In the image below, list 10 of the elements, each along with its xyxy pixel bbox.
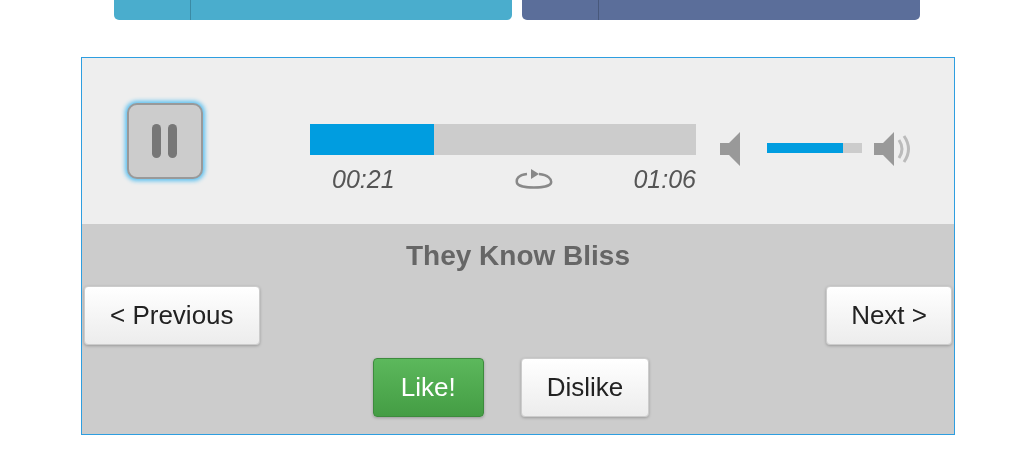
play-pause-button[interactable] xyxy=(127,103,203,179)
next-button[interactable]: Next > xyxy=(826,286,952,345)
previous-button[interactable]: < Previous xyxy=(84,286,260,345)
duration-time: 01:06 xyxy=(633,165,696,194)
elapsed-time: 00:21 xyxy=(332,165,395,194)
track-title: They Know Bliss xyxy=(404,240,631,272)
repeat-icon[interactable] xyxy=(515,167,553,192)
dislike-button[interactable]: Dislike xyxy=(520,358,650,417)
progress-bar[interactable] xyxy=(310,124,696,155)
volume-slider[interactable] xyxy=(767,143,862,153)
